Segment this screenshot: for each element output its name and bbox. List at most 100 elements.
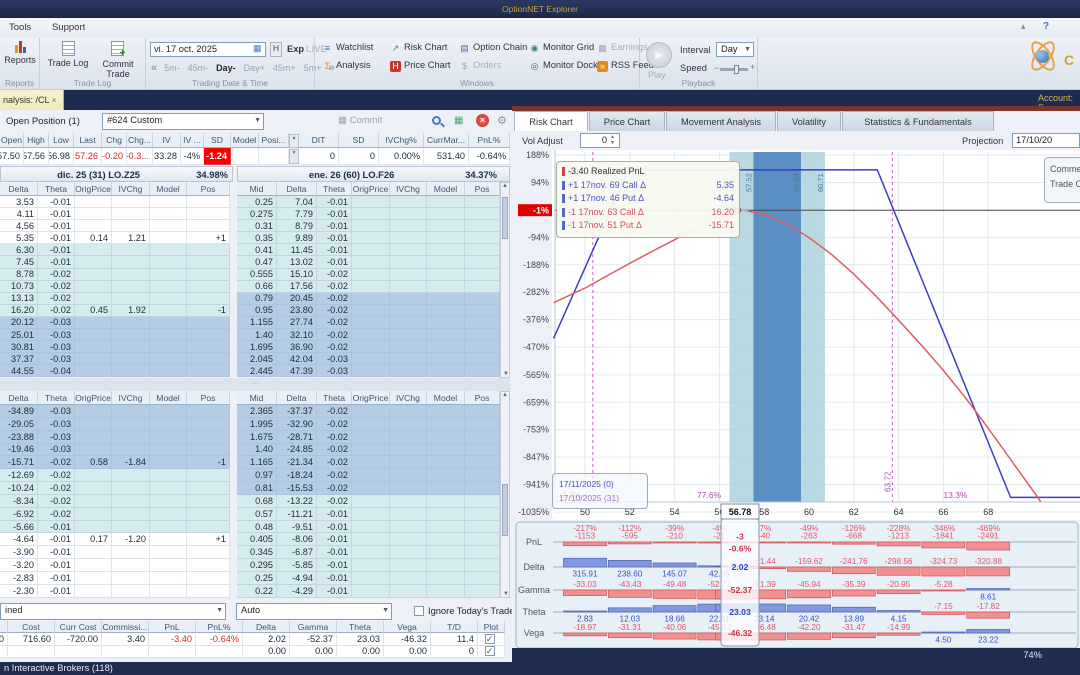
quote-cell[interactable]: 56.98 <box>49 148 74 165</box>
option-cell[interactable] <box>187 365 230 378</box>
summary-cell[interactable]: 0 <box>0 633 8 646</box>
option-cell[interactable] <box>187 571 230 585</box>
tab-statistics-fundamentals[interactable]: Statistics & Fundamentals <box>842 111 994 131</box>
option-cell[interactable] <box>390 280 427 293</box>
option-cell[interactable] <box>352 244 390 257</box>
option-cell[interactable] <box>390 559 427 572</box>
option-cell[interactable] <box>150 443 187 457</box>
column-header[interactable]: Curr Cost <box>55 621 102 633</box>
option-cell[interactable]: 0.95 <box>237 304 277 317</box>
option-cell[interactable]: 47.39 <box>277 365 317 378</box>
option-cell[interactable] <box>75 268 112 281</box>
column-header[interactable]: Low <box>49 133 74 148</box>
option-cell[interactable] <box>187 256 230 269</box>
window-toggle-monitor-dock[interactable]: ◎ Monitor Dock <box>529 60 598 72</box>
option-cell[interactable]: 30.81 <box>0 341 38 354</box>
option-cell[interactable]: 2.045 <box>237 353 277 366</box>
window-toggle-risk-chart[interactable]: ↗ Risk Chart <box>390 42 448 54</box>
summary-cell[interactable] <box>0 645 8 658</box>
option-cell[interactable] <box>465 292 500 305</box>
option-cell[interactable] <box>187 196 230 209</box>
option-cell[interactable] <box>112 329 150 342</box>
option-cell[interactable] <box>390 494 427 508</box>
projection-date-input[interactable]: 17/10/20 <box>1012 133 1080 148</box>
expiry-header-dec[interactable]: dic. 25 (31) LO.Z25 34.98% <box>0 166 233 182</box>
column-header[interactable]: Delta <box>0 182 38 196</box>
option-cell[interactable]: -29.05 <box>0 417 38 431</box>
option-cell[interactable] <box>187 268 230 281</box>
option-cell[interactable] <box>112 244 150 257</box>
option-cell[interactable]: 0.22 <box>237 584 277 598</box>
option-cell[interactable]: -0.01 <box>317 571 352 585</box>
option-cell[interactable] <box>112 256 150 269</box>
option-cell[interactable] <box>352 365 390 378</box>
option-cell[interactable] <box>112 316 150 330</box>
option-cell[interactable] <box>352 559 390 572</box>
option-cell[interactable] <box>427 244 465 257</box>
option-cell[interactable] <box>150 494 187 508</box>
option-cell[interactable] <box>427 559 465 572</box>
option-cell[interactable] <box>427 292 465 305</box>
option-cell[interactable]: -11.21 <box>277 507 317 521</box>
option-cell[interactable] <box>75 584 112 598</box>
option-cell[interactable]: -0.02 <box>38 456 75 470</box>
option-cell[interactable]: -0.02 <box>317 482 352 495</box>
quote-cell[interactable]: -0.20 <box>102 148 127 165</box>
option-cell[interactable] <box>390 220 427 233</box>
summary-cell[interactable]: 0 <box>431 645 478 658</box>
option-cell[interactable] <box>465 405 500 418</box>
column-header[interactable]: IVChg% <box>379 133 424 148</box>
option-cell[interactable]: 10.73 <box>0 280 38 293</box>
option-cell[interactable]: -0.01 <box>317 244 352 257</box>
column-header[interactable]: Chg <box>102 133 127 148</box>
option-cell[interactable]: -0.01 <box>317 256 352 269</box>
option-cell[interactable]: -0.02 <box>38 482 75 495</box>
option-cell[interactable] <box>112 292 150 305</box>
option-cell[interactable] <box>187 405 230 418</box>
option-cell[interactable]: -0.02 <box>317 405 352 418</box>
option-cell[interactable] <box>390 316 427 330</box>
window-toggle-monitor-grid[interactable]: ◉ Monitor Grid <box>529 42 595 54</box>
option-cell[interactable] <box>465 329 500 342</box>
ignore-trades-checkbox[interactable] <box>414 606 424 616</box>
option-cell[interactable] <box>150 292 187 305</box>
option-cell[interactable]: -12.69 <box>0 469 38 483</box>
commit-button[interactable]: ▦ Commit <box>338 115 382 126</box>
column-header[interactable]: Cost <box>8 621 55 633</box>
quote-cell[interactable]: 33.28 <box>153 148 181 165</box>
option-cell[interactable]: 36.90 <box>277 341 317 354</box>
option-cell[interactable] <box>150 244 187 257</box>
option-cell[interactable] <box>112 584 150 598</box>
window-toggle-analysis[interactable]: Σ Analysis <box>322 60 371 72</box>
summary-cell[interactable]: 23.03 <box>337 633 384 646</box>
option-cell[interactable] <box>465 417 500 431</box>
option-cell[interactable]: -34.89 <box>0 405 38 418</box>
option-cell[interactable] <box>465 520 500 534</box>
option-cell[interactable] <box>187 220 230 233</box>
option-cell[interactable] <box>427 520 465 534</box>
option-cell[interactable] <box>352 292 390 305</box>
stat-cell[interactable]: 531.40 <box>424 148 469 165</box>
option-cell[interactable] <box>187 494 230 508</box>
option-cell[interactable] <box>75 482 112 495</box>
close-icon[interactable]: × <box>52 96 57 105</box>
option-cell[interactable] <box>427 456 465 470</box>
option-cell[interactable] <box>427 316 465 330</box>
option-cell[interactable] <box>352 329 390 342</box>
summary-cell[interactable]: -0.64% <box>196 633 243 646</box>
window-toggle-price-chart[interactable]: H Price Chart <box>390 60 451 72</box>
option-cell[interactable] <box>150 232 187 245</box>
option-cell[interactable]: 0.81 <box>237 482 277 495</box>
option-cell[interactable] <box>352 220 390 233</box>
option-cell[interactable]: 0.295 <box>237 559 277 572</box>
step-day-minus[interactable]: Day- <box>216 63 236 73</box>
option-cell[interactable] <box>352 405 390 418</box>
summary-cell[interactable] <box>149 645 196 658</box>
interval-select[interactable]: Day ▼ <box>716 42 754 57</box>
column-header[interactable]: Pos <box>187 182 230 196</box>
option-cell[interactable]: -10.24 <box>0 482 38 495</box>
option-cell[interactable] <box>390 571 427 585</box>
search-icon[interactable] <box>432 116 441 128</box>
option-cell[interactable] <box>112 341 150 354</box>
option-cell[interactable] <box>112 208 150 221</box>
